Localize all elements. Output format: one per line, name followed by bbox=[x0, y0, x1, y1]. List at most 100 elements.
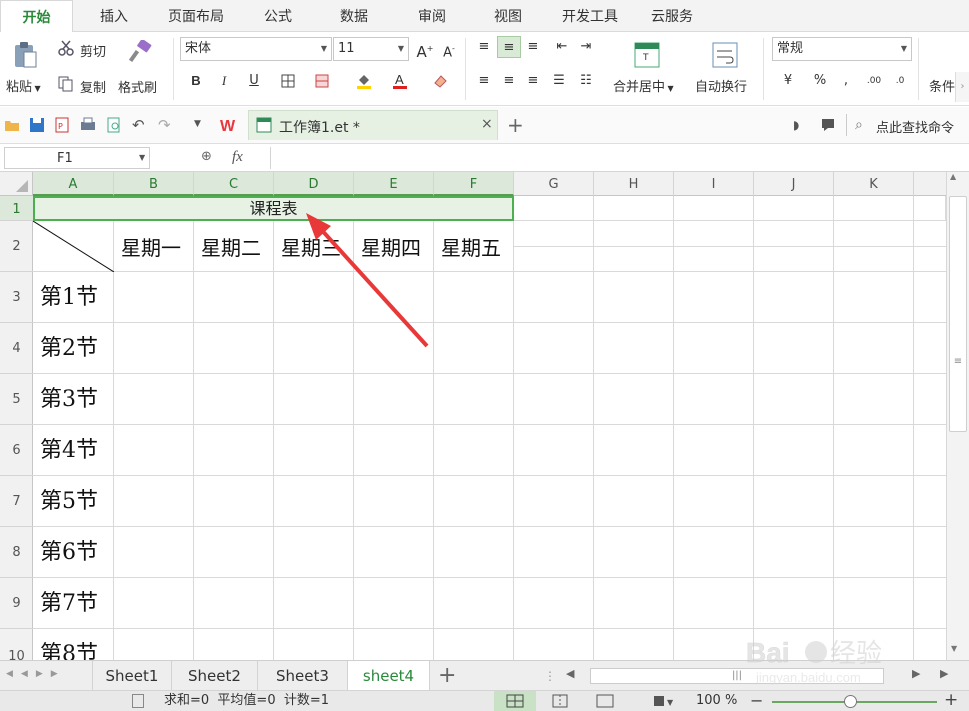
font-name-select[interactable]: 宋体 ▼ bbox=[180, 37, 332, 61]
underline-button[interactable]: U bbox=[242, 70, 266, 92]
col-header-d[interactable]: D bbox=[274, 172, 354, 196]
wrap-text-icon[interactable] bbox=[712, 42, 738, 72]
close-tab-icon[interactable]: × bbox=[481, 116, 493, 132]
scissors-icon[interactable] bbox=[58, 40, 74, 60]
paste-icon[interactable] bbox=[12, 40, 38, 70]
merge-center-button[interactable]: 合并居中 ▼ bbox=[613, 76, 674, 95]
col-header-g[interactable]: G bbox=[514, 172, 594, 196]
add-sheet-icon[interactable]: + bbox=[438, 663, 456, 688]
format-painter-icon[interactable] bbox=[128, 38, 152, 68]
row-header-9[interactable]: 9 bbox=[0, 578, 33, 629]
horizontal-scroll-thumb[interactable]: ||| bbox=[590, 668, 884, 684]
decrease-decimal-icon[interactable]: .0 bbox=[888, 70, 912, 92]
percent-icon[interactable]: % bbox=[808, 70, 832, 92]
name-box[interactable]: F1 ▼ bbox=[4, 147, 150, 169]
tab-formula[interactable]: 公式 bbox=[250, 0, 306, 32]
new-tab-icon[interactable]: + bbox=[507, 113, 524, 137]
indent-icon[interactable]: ⇥ bbox=[574, 36, 598, 58]
print-icon[interactable] bbox=[80, 117, 96, 137]
cell-style-icon[interactable] bbox=[310, 70, 334, 92]
tab-start[interactable]: 开始 bbox=[0, 0, 73, 33]
hscroll-left-icon[interactable]: ◀ bbox=[566, 667, 574, 680]
tab-page-layout[interactable]: 页面布局 bbox=[158, 0, 234, 32]
formula-input[interactable] bbox=[270, 147, 969, 169]
align-right-icon[interactable]: ≡ bbox=[521, 70, 545, 92]
justify-icon[interactable]: ☰ bbox=[547, 70, 571, 92]
increase-decimal-icon[interactable]: .00 bbox=[862, 70, 886, 92]
row-header-5[interactable]: 5 bbox=[0, 374, 33, 425]
fx-icon[interactable]: fx bbox=[232, 149, 243, 166]
save-icon[interactable] bbox=[29, 117, 45, 137]
thousands-icon[interactable]: , bbox=[834, 70, 858, 92]
open-folder-icon[interactable] bbox=[4, 118, 20, 136]
col-header-e[interactable]: E bbox=[354, 172, 434, 196]
hscroll-end-icon[interactable]: ▶ bbox=[940, 667, 948, 680]
customize-dropdown-icon[interactable]: ▼ bbox=[194, 119, 201, 129]
col-header-j[interactable]: J bbox=[754, 172, 834, 196]
row-header-1[interactable]: 1 bbox=[0, 196, 33, 221]
wps-logo-icon[interactable]: W bbox=[220, 115, 242, 139]
scroll-down-icon[interactable]: ▼ bbox=[951, 644, 957, 653]
sheet-tab-2[interactable]: Sheet2 bbox=[172, 661, 258, 691]
align-top-icon[interactable]: ≡ bbox=[472, 36, 496, 58]
tab-developer[interactable]: 开发工具 bbox=[552, 0, 628, 32]
number-format-select[interactable]: 常规 ▼ bbox=[772, 37, 912, 61]
wrap-text-button[interactable]: 自动换行 bbox=[695, 76, 747, 95]
merge-center-icon[interactable]: T bbox=[634, 42, 660, 72]
align-middle-icon[interactable]: ≡ bbox=[497, 36, 521, 58]
conditional-format-button[interactable]: 条件 bbox=[929, 76, 955, 95]
feedback-icon[interactable] bbox=[820, 117, 836, 137]
zoom-in-icon[interactable]: + bbox=[944, 690, 958, 710]
document-tab[interactable]: 工作簿1.et * × bbox=[248, 110, 498, 140]
row-header-4[interactable]: 4 bbox=[0, 323, 33, 374]
align-left-icon[interactable]: ≡ bbox=[472, 70, 496, 92]
hscroll-right-icon[interactable]: ▶ bbox=[912, 667, 920, 680]
align-center-icon[interactable]: ≡ bbox=[497, 70, 521, 92]
distributed-icon[interactable]: ☷ bbox=[574, 70, 598, 92]
tab-cloud[interactable]: 云服务 bbox=[640, 0, 704, 32]
zoom-out-icon[interactable]: − bbox=[750, 691, 763, 711]
eye-protection-icon[interactable]: ▼ bbox=[652, 694, 674, 711]
zoom-slider-knob[interactable] bbox=[844, 695, 857, 708]
search-command[interactable]: 点此查找命令 bbox=[876, 117, 954, 136]
sheet-tab-1[interactable]: Sheet1 bbox=[92, 661, 172, 691]
outdent-icon[interactable]: ⇤ bbox=[550, 36, 574, 58]
tab-review[interactable]: 审阅 bbox=[404, 0, 460, 32]
more-sheets-icon[interactable]: ⋮ bbox=[544, 669, 556, 683]
col-header-l[interactable] bbox=[914, 172, 946, 196]
bold-button[interactable]: B bbox=[184, 70, 208, 92]
redo-icon[interactable]: ↷ bbox=[158, 116, 171, 134]
page-break-view-icon[interactable] bbox=[552, 694, 568, 711]
sheet-tab-3[interactable]: Sheet3 bbox=[258, 661, 348, 691]
align-bottom-icon[interactable]: ≡ bbox=[521, 36, 545, 58]
macro-record-icon[interactable] bbox=[132, 694, 144, 708]
cut-button[interactable]: 剪切 bbox=[80, 41, 106, 60]
print-preview-icon[interactable] bbox=[106, 117, 122, 137]
copy-button[interactable]: 复制 bbox=[80, 77, 106, 96]
select-all-corner[interactable] bbox=[0, 172, 33, 196]
ribbon-scroll-right-icon[interactable]: › bbox=[955, 72, 969, 102]
col-header-c[interactable]: C bbox=[194, 172, 274, 196]
row-header-3[interactable]: 3 bbox=[0, 272, 33, 323]
zoom-search-icon[interactable]: ⊕ bbox=[201, 149, 212, 164]
zoom-level[interactable]: 100 % bbox=[696, 691, 737, 711]
col-header-i[interactable]: I bbox=[674, 172, 754, 196]
reading-view-icon[interactable] bbox=[596, 694, 614, 711]
currency-icon[interactable]: ¥ bbox=[776, 70, 800, 92]
search-icon[interactable]: ⌕ bbox=[855, 117, 863, 133]
row-header-8[interactable]: 8 bbox=[0, 527, 33, 578]
normal-view-icon[interactable] bbox=[494, 691, 536, 711]
row-header-7[interactable]: 7 bbox=[0, 476, 33, 527]
paste-label[interactable]: 粘贴 ▼ bbox=[6, 76, 41, 95]
cloud-sync-icon[interactable]: ◗ bbox=[793, 118, 799, 132]
sheet-tab-4[interactable]: sheet4 bbox=[348, 661, 430, 691]
format-painter-button[interactable]: 格式刷 bbox=[118, 77, 157, 96]
font-size-select[interactable]: 11 ▼ bbox=[333, 37, 409, 61]
font-shrink-button[interactable]: A- bbox=[437, 38, 461, 60]
col-header-h[interactable]: H bbox=[594, 172, 674, 196]
tab-insert[interactable]: 插入 bbox=[84, 0, 144, 32]
cell-grid[interactable]: 课程表 星期一 星期二 星期三 星期四 星期五 第1节 第2节 第3节 第4节 … bbox=[33, 196, 946, 660]
border-icon[interactable] bbox=[276, 70, 300, 92]
vertical-scrollbar[interactable]: ▲ ≡ ▼ bbox=[946, 172, 969, 660]
col-header-k[interactable]: K bbox=[834, 172, 914, 196]
